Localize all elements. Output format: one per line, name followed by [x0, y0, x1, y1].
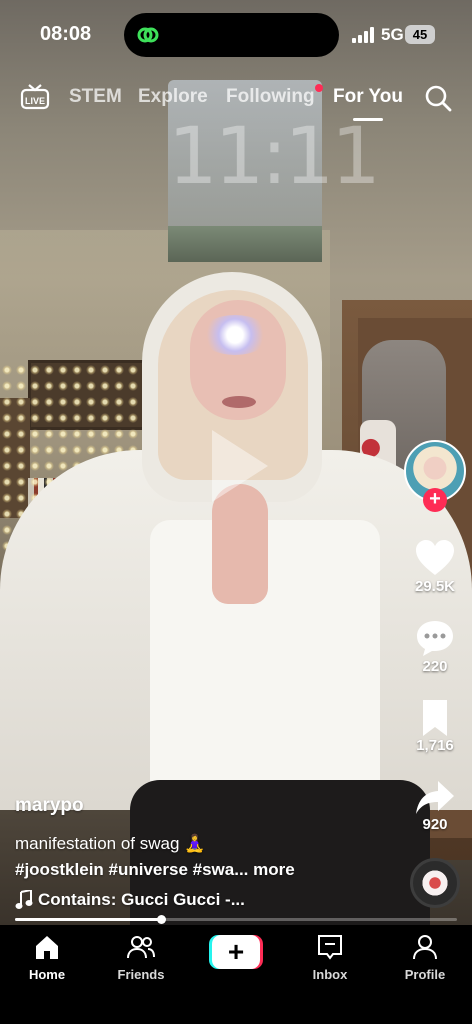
share-icon[interactable] — [414, 778, 456, 818]
post-caption: manifestation of swag 🧘‍♀️ — [15, 834, 206, 853]
friends-icon — [127, 936, 155, 959]
comment-icon[interactable] — [414, 618, 456, 658]
create-button[interactable]: + — [209, 935, 263, 969]
active-tab-indicator — [353, 118, 383, 121]
sound-disc-icon[interactable] — [410, 858, 460, 908]
share-count: 920 — [422, 816, 448, 833]
notification-dot — [315, 84, 323, 92]
creator-username[interactable]: marypo — [15, 795, 84, 817]
profile-icon — [413, 935, 437, 960]
svg-text:LIVE: LIVE — [25, 96, 45, 106]
tab-stem[interactable]: STEM — [69, 86, 122, 108]
dynamic-island — [124, 13, 339, 57]
battery-icon: 45 — [405, 25, 435, 44]
tab-profile[interactable]: Profile — [378, 931, 472, 991]
video-overlay-clock: 11:11 — [168, 112, 381, 202]
tab-friends-label: Friends — [117, 967, 165, 982]
video-progress-fill — [15, 918, 161, 921]
follow-button[interactable]: + — [423, 488, 447, 512]
search-icon[interactable] — [424, 84, 452, 112]
home-icon — [36, 936, 58, 959]
video-progress-knob[interactable] — [156, 915, 166, 924]
tab-home-label: Home — [28, 967, 66, 982]
save-count: 1,716 — [416, 737, 454, 754]
tab-explore[interactable]: Explore — [138, 86, 208, 108]
status-time: 08:08 — [40, 23, 92, 45]
live-icon[interactable]: LIVE — [20, 84, 50, 110]
hashtag-text[interactable]: #joostklein #universe #swa... — [15, 860, 248, 879]
video-player[interactable]: 11:11 — [0, 0, 472, 925]
sound-label[interactable]: Contains: Gucci Gucci -... — [38, 890, 245, 910]
video-light-glow — [200, 315, 270, 355]
like-count: 29.5K — [414, 578, 456, 595]
heart-icon[interactable] — [414, 538, 456, 578]
video-progress-bar[interactable] — [15, 915, 457, 924]
tab-profile-label: Profile — [404, 967, 446, 982]
inbox-icon — [318, 935, 342, 960]
tab-following[interactable]: Following — [226, 86, 315, 108]
music-note-icon — [15, 890, 33, 909]
tab-friends[interactable]: Friends — [94, 931, 188, 991]
tiktok-screen: 11:11 08:08 5G 45 LIVE STEM Explore Foll… — [0, 0, 472, 1024]
video-person-lips — [222, 396, 256, 408]
signal-icon — [352, 27, 374, 43]
bookmark-icon[interactable] — [414, 698, 456, 738]
post-hashtags[interactable]: #joostklein #universe #swa... more — [15, 860, 295, 880]
comment-count: 220 — [422, 658, 448, 675]
network-label: 5G — [381, 25, 404, 44]
video-overlay-hill — [168, 226, 322, 262]
tab-home[interactable]: Home — [0, 931, 94, 991]
video-person-hands — [212, 484, 268, 604]
tab-inbox[interactable]: Inbox — [283, 931, 377, 991]
play-icon[interactable] — [212, 430, 268, 502]
plus-icon: + — [212, 935, 260, 969]
tab-inbox-label: Inbox — [312, 967, 348, 982]
more-link[interactable]: more — [253, 860, 295, 879]
link-icon — [137, 27, 159, 43]
bottom-tab-bar: Home Friends + Inbox Profile — [0, 925, 472, 1024]
tab-for-you[interactable]: For You — [333, 86, 403, 108]
